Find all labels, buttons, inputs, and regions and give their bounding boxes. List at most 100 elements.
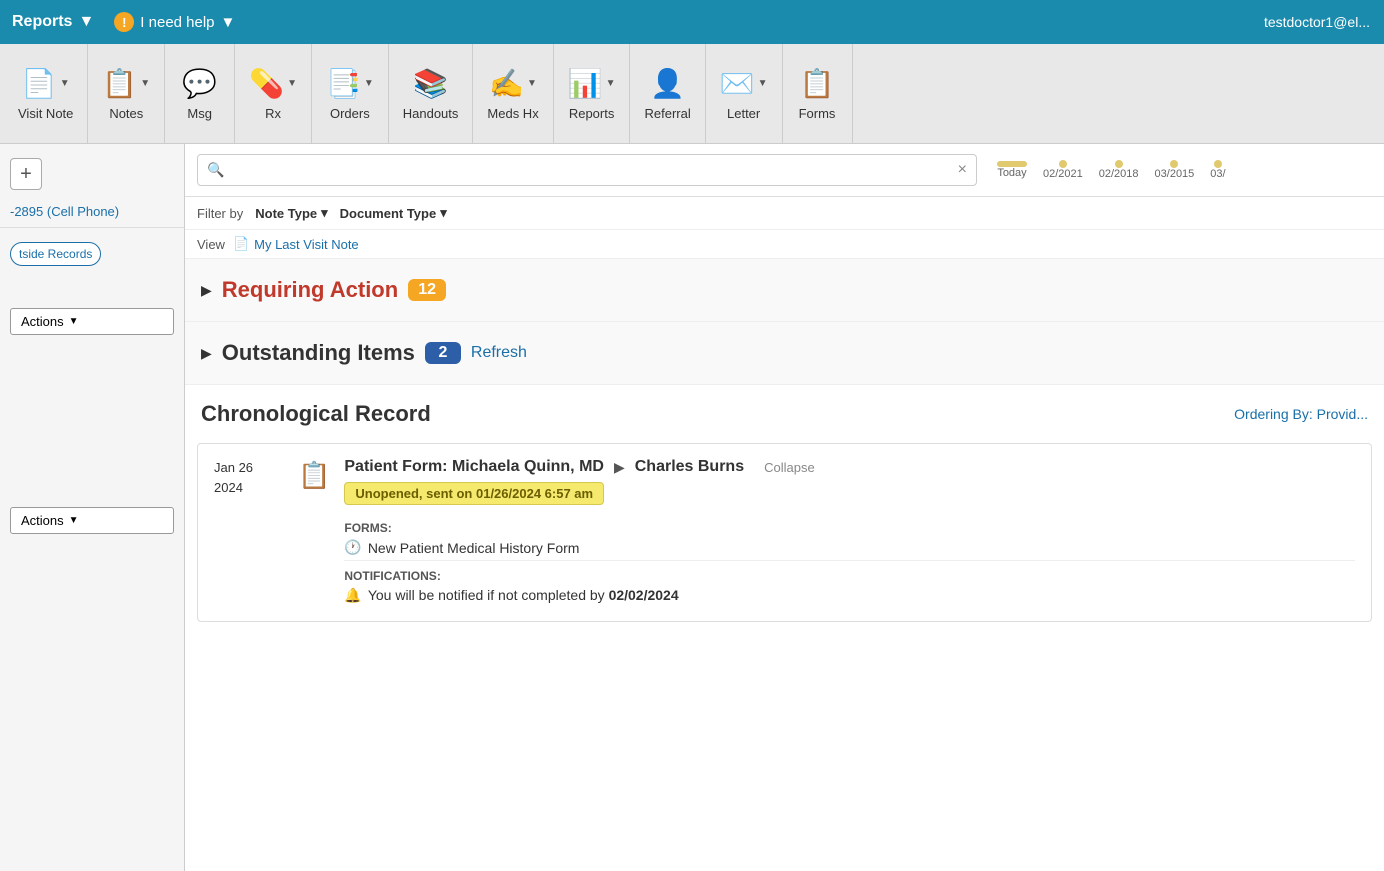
letter-label: Letter [727, 106, 760, 121]
note-type-dropdown[interactable]: Note Type ▾ [255, 205, 327, 221]
notifications-section-label: NOTIFICATIONS: [344, 569, 1355, 583]
record-entry: Jan 26 2024 📋 Patient Form: Michaela Qui… [197, 443, 1372, 622]
requiring-action-toggle[interactable]: ▶ [201, 282, 212, 299]
search-clear-icon[interactable]: × [958, 161, 967, 179]
referral-label: Referral [644, 106, 690, 121]
rx-label: Rx [265, 106, 281, 121]
add-button[interactable]: + [10, 158, 42, 190]
doc-icon: 📄 [233, 236, 249, 252]
forms-icon: 📋 [800, 67, 835, 100]
timeline-03: 03/ [1210, 160, 1225, 180]
record-body: Patient Form: Michaela Quinn, MD ▶ Charl… [344, 458, 1355, 607]
visit-note-label: Visit Note [18, 106, 73, 121]
timeline-2018: 02/2018 [1099, 160, 1139, 180]
help-arrow: ▼ [221, 14, 236, 31]
search-bar: 🔍 × Today 02/2021 02/2018 [185, 144, 1384, 197]
warning-icon: ! [114, 12, 134, 32]
divider [344, 560, 1355, 561]
meds-hx-label: Meds Hx [487, 106, 538, 121]
record-title-row: Patient Form: Michaela Quinn, MD ▶ Charl… [344, 458, 1355, 476]
outstanding-items-toggle[interactable]: ▶ [201, 345, 212, 362]
orders-icon: 📑 [326, 67, 361, 100]
record-form-icon: 📋 [298, 460, 330, 491]
record-patient: Charles Burns [635, 458, 744, 476]
view-bar: View 📄 My Last Visit Note [185, 230, 1384, 259]
last-visit-note-link[interactable]: 📄 My Last Visit Note [233, 236, 359, 252]
outside-records-tag[interactable]: tside Records [10, 242, 101, 266]
view-label: View [197, 237, 225, 252]
requiring-action-badge: 12 [408, 279, 446, 301]
sidebar: + -2895 (Cell Phone) tside Records Actio… [0, 144, 185, 871]
content-area: 🔍 × Today 02/2021 02/2018 [185, 144, 1384, 871]
chronological-record-title: Chronological Record [201, 401, 431, 427]
toolbar-orders[interactable]: 📑 ▼ Orders [312, 44, 389, 143]
refresh-link[interactable]: Refresh [471, 344, 527, 362]
ordering-value[interactable]: Provid... [1317, 406, 1368, 422]
last-visit-note-label: My Last Visit Note [254, 237, 359, 252]
toolbar-handouts[interactable]: 📚 Handouts [389, 44, 474, 143]
record-entry-header: Jan 26 2024 📋 Patient Form: Michaela Qui… [214, 458, 1355, 607]
msg-icon: 💬 [182, 67, 217, 100]
toolbar-forms[interactable]: 📋 Forms [783, 44, 853, 143]
chronological-record-header: Chronological Record Ordering By: Provid… [185, 385, 1384, 435]
reports-menu[interactable]: Reports ▼ [12, 13, 94, 31]
meds-hx-icon: ✍️ [489, 67, 524, 100]
referral-icon: 👤 [650, 67, 685, 100]
clock-icon: 🕐 [344, 539, 361, 556]
timeline-2021: 02/2021 [1043, 160, 1083, 180]
record-status-badge: Unopened, sent on 01/26/2024 6:57 am [344, 482, 604, 505]
filter-bar: Filter by Note Type ▾ Document Type ▾ [185, 197, 1384, 230]
reports-toolbar-label: Reports [569, 106, 615, 121]
toolbar-visit-note[interactable]: 📄 ▼ Visit Note [4, 44, 88, 143]
toolbar-reports[interactable]: 📊 ▼ Reports [554, 44, 631, 143]
toolbar-referral[interactable]: 👤 Referral [630, 44, 705, 143]
toolbar: 📄 ▼ Visit Note 📋 ▼ Notes 💬 Msg 💊 ▼ Rx 📑 … [0, 44, 1384, 144]
msg-label: Msg [187, 106, 212, 121]
timeline-area: Today 02/2021 02/2018 03/2015 03/ [989, 160, 1369, 180]
user-menu[interactable]: testdoctor1@el... [1250, 0, 1384, 44]
forms-section-label: FORMS: [344, 521, 1355, 535]
actions-button-1[interactable]: Actions ▼ [10, 308, 174, 335]
visit-note-icon: 📄 [22, 67, 57, 100]
toolbar-notes[interactable]: 📋 ▼ Notes [88, 44, 165, 143]
handouts-label: Handouts [403, 106, 459, 121]
reports-toolbar-icon: 📊 [568, 67, 603, 100]
reports-label: Reports [12, 13, 72, 31]
notes-icon: 📋 [102, 67, 137, 100]
forms-label: Forms [799, 106, 836, 121]
record-title: Patient Form: Michaela Quinn, MD [344, 458, 604, 476]
record-date: Jan 26 2024 [214, 458, 284, 497]
top-bar: Reports ▼ ! I need help ▼ testdoctor1@el… [0, 0, 1384, 44]
bell-icon: 🔔 [344, 587, 361, 604]
collapse-button[interactable]: Collapse [764, 460, 815, 475]
requiring-action-section: ▶ Requiring Action 12 [185, 259, 1384, 322]
ordering-by: Ordering By: Provid... [1234, 406, 1368, 422]
toolbar-letter[interactable]: ✉️ ▼ Letter [706, 44, 783, 143]
search-input[interactable] [197, 154, 977, 186]
form-item: 🕐 New Patient Medical History Form [344, 539, 1355, 556]
search-icon: 🔍 [207, 162, 224, 179]
requiring-action-title[interactable]: Requiring Action [222, 277, 398, 303]
search-input-wrap: 🔍 × [197, 154, 977, 186]
main-layout: + -2895 (Cell Phone) tside Records Actio… [0, 144, 1384, 871]
user-label: testdoctor1@el... [1264, 14, 1370, 30]
phone-number: -2895 (Cell Phone) [0, 196, 184, 228]
toolbar-meds-hx[interactable]: ✍️ ▼ Meds Hx [473, 44, 553, 143]
reports-arrow: ▼ [78, 13, 94, 31]
outside-records-area: tside Records [10, 242, 174, 266]
outstanding-items-header: ▶ Outstanding Items 2 Refresh [201, 340, 1368, 366]
actions-button-2[interactable]: Actions ▼ [10, 507, 174, 534]
document-type-dropdown[interactable]: Document Type ▾ [340, 205, 447, 221]
letter-icon: ✉️ [720, 67, 755, 100]
help-menu[interactable]: ! I need help ▼ [114, 12, 235, 32]
outstanding-items-section: ▶ Outstanding Items 2 Refresh [185, 322, 1384, 385]
filter-by-label: Filter by [197, 206, 243, 221]
requiring-action-header: ▶ Requiring Action 12 [201, 277, 1368, 303]
timeline-2015: 03/2015 [1155, 160, 1195, 180]
record-direction-arrow: ▶ [614, 459, 625, 476]
rx-icon: 💊 [249, 67, 284, 100]
toolbar-msg[interactable]: 💬 Msg [165, 44, 235, 143]
orders-label: Orders [330, 106, 370, 121]
toolbar-rx[interactable]: 💊 ▼ Rx [235, 44, 312, 143]
outstanding-items-title[interactable]: Outstanding Items [222, 340, 415, 366]
